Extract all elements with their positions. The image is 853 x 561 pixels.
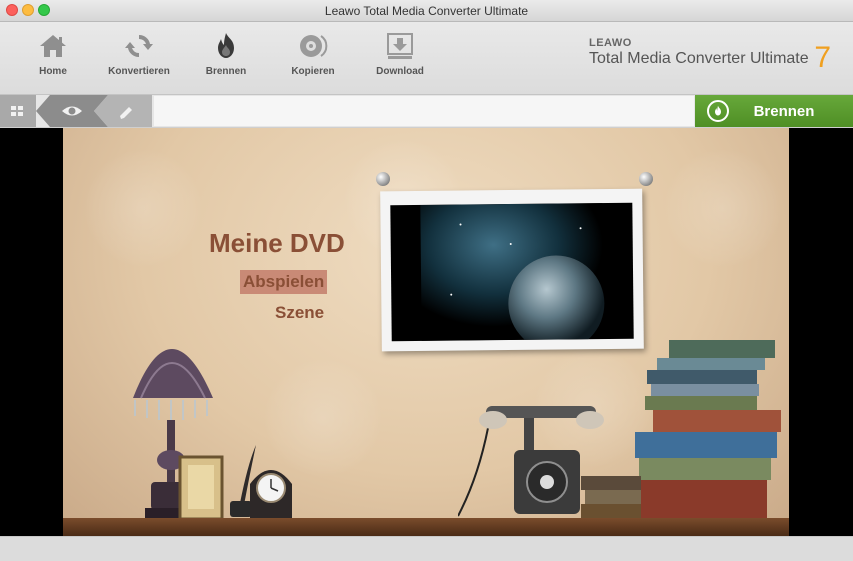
edit-toolbar: Brennen	[0, 95, 853, 128]
convert-button[interactable]: Konvertieren	[99, 30, 179, 77]
main-toolbar: Home Konvertieren Brennen Kopieren Downl…	[0, 22, 853, 95]
brand-version: 7	[814, 41, 831, 74]
grid-icon	[11, 106, 23, 116]
home-icon	[40, 35, 66, 57]
download-icon	[387, 33, 413, 59]
copy-button[interactable]: Kopieren	[273, 30, 353, 77]
burn-tab-label: Brennen	[205, 66, 247, 77]
pin-right	[639, 172, 653, 186]
status-bar	[0, 536, 853, 561]
clock-illustration	[250, 470, 292, 520]
menu-scene-button[interactable]: Szene	[275, 303, 324, 323]
copy-label: Kopieren	[291, 66, 335, 77]
book-stack-illustration	[581, 340, 781, 518]
edit-field	[154, 96, 694, 126]
photo-frame	[380, 188, 644, 352]
copy-disc-icon	[300, 35, 328, 57]
template-grid-button[interactable]	[0, 95, 36, 127]
window-title: Leawo Total Media Converter Ultimate	[324, 4, 529, 18]
burn-icon	[218, 33, 234, 58]
burn-button[interactable]: Brennen	[695, 95, 853, 127]
brand-logo: LEAWO Total Media Converter Ultimate 7	[581, 37, 831, 74]
menu-play-button[interactable]: Abspielen	[240, 270, 328, 294]
download-button[interactable]: Download	[360, 30, 440, 77]
pin-left	[376, 172, 390, 186]
convert-icon	[125, 34, 153, 58]
dvd-menu-canvas: Meine DVD Abspielen Szene	[63, 128, 789, 536]
download-label: Download	[376, 66, 424, 77]
shelf	[63, 518, 789, 536]
menu-background-image	[390, 202, 634, 342]
leawo-logo: LEAWO	[589, 37, 632, 49]
title-bar: Leawo Total Media Converter Ultimate	[0, 0, 853, 22]
brand-product-name: Total Media Converter Ultimate	[589, 50, 809, 67]
burn-flame-icon	[707, 100, 729, 122]
convert-label: Konvertieren	[108, 66, 170, 77]
wallpaper-ornament	[83, 148, 203, 268]
dvd-menu-title: Meine DVD	[209, 228, 345, 258]
wallpaper-ornament	[663, 148, 783, 268]
home-button[interactable]: Home	[13, 30, 93, 77]
burn-tab-button[interactable]: Brennen	[186, 30, 266, 77]
burn-button-label: Brennen	[753, 102, 815, 120]
home-label: Home	[39, 66, 67, 77]
